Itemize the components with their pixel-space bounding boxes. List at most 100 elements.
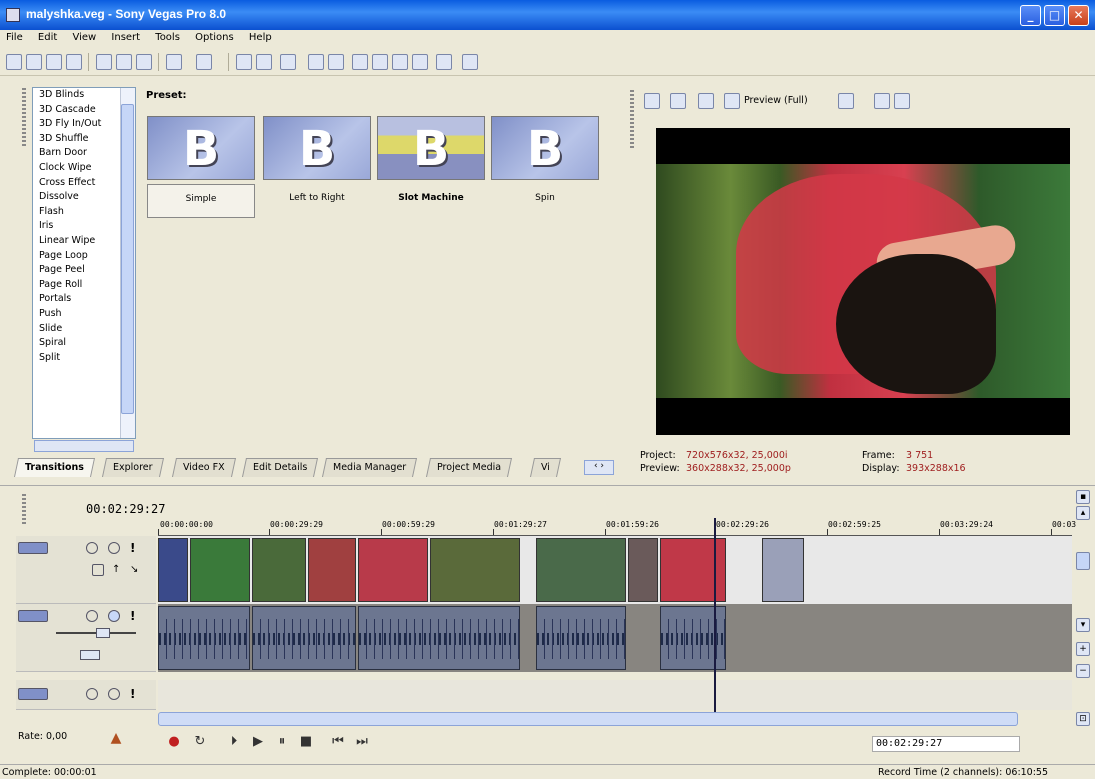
external-monitor-icon[interactable] <box>670 93 686 109</box>
time-field[interactable]: 00:02:29:27 <box>872 736 1020 752</box>
menu-tools[interactable]: Tools <box>149 30 186 45</box>
save-snapshot-icon[interactable] <box>894 93 910 109</box>
tab-explorer[interactable]: Explorer <box>101 458 164 477</box>
trim-icon[interactable] <box>256 54 272 70</box>
render-icon[interactable] <box>236 54 252 70</box>
fx-icon[interactable] <box>86 610 98 622</box>
open-icon[interactable] <box>26 54 42 70</box>
fx-icon[interactable] <box>86 542 98 554</box>
audio-track[interactable] <box>158 604 1072 672</box>
menu-file[interactable]: File <box>0 30 29 45</box>
preview-properties-icon[interactable] <box>644 93 660 109</box>
preset-thumb-slot-machine[interactable]: B <box>377 116 485 180</box>
close-button[interactable]: ✕ <box>1068 5 1089 26</box>
maximize-button[interactable]: □ <box>1044 5 1065 26</box>
cut-icon[interactable] <box>96 54 112 70</box>
zoom-icon[interactable] <box>392 54 408 70</box>
volume-slider-thumb[interactable] <box>96 628 110 638</box>
preset-caption[interactable]: Simple <box>147 184 255 218</box>
scroll-up-icon[interactable]: ▴ <box>1076 506 1090 520</box>
mute-icon[interactable] <box>108 688 120 700</box>
preset-caption[interactable]: Left to Right <box>263 184 371 218</box>
fx-icon[interactable] <box>86 688 98 700</box>
menu-insert[interactable]: Insert <box>105 30 146 45</box>
menu-options[interactable]: Options <box>189 30 240 45</box>
video-clip[interactable] <box>358 538 428 602</box>
video-clip[interactable] <box>252 538 306 602</box>
go-to-end-icon[interactable]: ⏭ <box>352 732 372 752</box>
help-icon[interactable] <box>462 54 478 70</box>
new-icon[interactable] <box>6 54 22 70</box>
zoom-out-icon[interactable]: − <box>1076 664 1090 678</box>
copy-icon[interactable] <box>116 54 132 70</box>
preset-caption[interactable]: Spin <box>491 184 599 218</box>
video-clip[interactable] <box>158 538 188 602</box>
pause-icon[interactable]: ⏸ <box>272 732 292 752</box>
video-track-header[interactable]: ! ↑ ↘ <box>16 536 156 604</box>
tab-video-fx[interactable]: Video FX <box>171 458 236 477</box>
ignore-grouping-icon[interactable] <box>436 54 452 70</box>
solo-icon[interactable]: ! <box>130 688 142 700</box>
audio-clip[interactable] <box>158 606 250 670</box>
overlays-icon[interactable] <box>724 93 740 109</box>
preset-thumb-spin[interactable]: B <box>491 116 599 180</box>
audio-clip[interactable] <box>252 606 356 670</box>
expand-icon[interactable]: ▪ <box>1076 490 1090 504</box>
properties-icon[interactable] <box>66 54 82 70</box>
solo-icon[interactable]: ! <box>130 610 142 622</box>
timeline-ruler[interactable]: 00:00:00:00 00:00:29:29 00:00:59:29 00:0… <box>158 518 1076 536</box>
preview-quality-dropdown[interactable]: Preview (Full) <box>744 95 808 106</box>
envelope-icon[interactable] <box>308 54 324 70</box>
auto-crossfade-icon[interactable] <box>372 54 388 70</box>
menu-view[interactable]: View <box>66 30 102 45</box>
video-clip[interactable] <box>190 538 250 602</box>
loop-icon[interactable]: ↻ <box>190 732 210 752</box>
redo-icon[interactable] <box>196 54 212 70</box>
play-icon[interactable]: ▶ <box>248 732 268 752</box>
overlays-dropdown-icon[interactable] <box>838 93 854 109</box>
tab-edit-details[interactable]: Edit Details <box>241 458 319 477</box>
list-hscrollbar[interactable] <box>34 440 134 452</box>
timeline-hscrollbar[interactable] <box>158 712 1018 726</box>
audio-clip[interactable] <box>358 606 520 670</box>
undo-icon[interactable] <box>166 54 182 70</box>
audio-clip[interactable] <box>536 606 626 670</box>
go-to-start-icon[interactable]: ⏮ <box>328 732 348 752</box>
scroll-down-icon[interactable]: ▾ <box>1076 618 1090 632</box>
play-from-start-icon[interactable]: ⏵ <box>224 732 244 752</box>
video-clip[interactable] <box>660 538 726 602</box>
rate-slider-icon[interactable]: ▲ <box>108 730 124 752</box>
split-screen-icon[interactable] <box>698 93 714 109</box>
parent-icon[interactable]: ↑ <box>112 564 124 576</box>
video-track[interactable] <box>158 536 1072 604</box>
video-clip[interactable] <box>536 538 626 602</box>
list-scroll-thumb[interactable] <box>121 104 134 414</box>
mute-icon[interactable] <box>108 610 120 622</box>
solo-icon[interactable]: ! <box>130 542 142 554</box>
copy-snapshot-icon[interactable] <box>874 93 890 109</box>
tab-vi[interactable]: Vi <box>529 458 561 477</box>
zoom-fit-icon[interactable]: ⊡ <box>1076 712 1090 726</box>
tab-transitions[interactable]: Transitions <box>13 458 95 477</box>
preset-caption[interactable]: Slot Machine <box>377 184 485 218</box>
compositing-icon[interactable] <box>92 564 104 576</box>
track-3-header[interactable]: ! <box>16 680 156 710</box>
tab-scroll-arrows[interactable]: ‹ › <box>584 460 614 475</box>
preset-thumb-simple[interactable]: B <box>147 116 255 180</box>
tab-media-manager[interactable]: Media Manager <box>321 458 418 477</box>
playhead-cursor[interactable] <box>714 518 716 712</box>
video-preview[interactable] <box>656 128 1070 435</box>
lock-envelopes-icon[interactable] <box>412 54 428 70</box>
video-clip[interactable] <box>308 538 356 602</box>
empty-track[interactable] <box>158 680 1072 710</box>
edit-tool-icon[interactable] <box>280 54 296 70</box>
audio-clip[interactable] <box>660 606 726 670</box>
child-icon[interactable]: ↘ <box>130 564 142 576</box>
dock-handle[interactable] <box>22 88 26 148</box>
audio-track-header[interactable]: ! <box>16 604 156 672</box>
minimize-button[interactable]: _ <box>1020 5 1041 26</box>
pan-slider-thumb[interactable] <box>80 650 100 660</box>
tab-project-media[interactable]: Project Media <box>425 458 513 477</box>
save-icon[interactable] <box>46 54 62 70</box>
video-clip[interactable] <box>628 538 658 602</box>
